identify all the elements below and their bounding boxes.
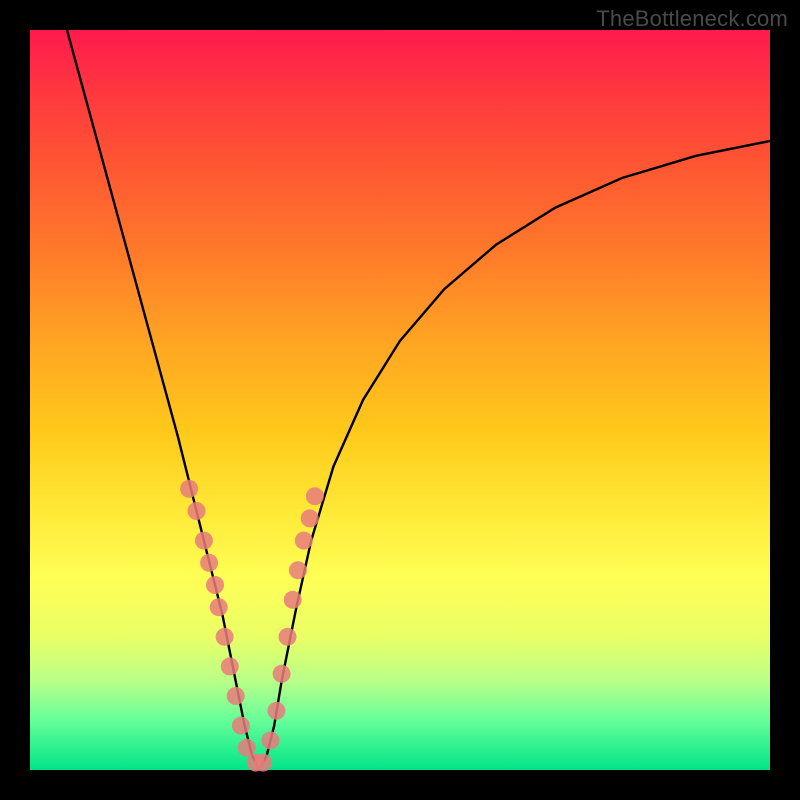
highlight-dot	[188, 502, 206, 520]
watermark-text: TheBottleneck.com	[596, 6, 788, 32]
highlight-dot	[216, 628, 234, 646]
highlight-dot	[232, 717, 250, 735]
highlight-dots	[180, 480, 324, 772]
bottleneck-curve	[67, 30, 770, 770]
highlight-dot	[210, 598, 228, 616]
chart-svg	[30, 30, 770, 770]
highlight-dot	[289, 561, 307, 579]
highlight-dot	[195, 532, 213, 550]
highlight-dot	[262, 731, 280, 749]
highlight-dot	[180, 480, 198, 498]
highlight-dot	[254, 754, 272, 772]
highlight-dot	[200, 554, 218, 572]
highlight-dot	[206, 576, 224, 594]
highlight-dot	[306, 487, 324, 505]
highlight-dot	[284, 591, 302, 609]
highlight-dot	[267, 702, 285, 720]
highlight-dot	[301, 509, 319, 527]
highlight-dot	[221, 657, 239, 675]
highlight-dot	[279, 628, 297, 646]
highlight-dot	[295, 532, 313, 550]
highlight-dot	[273, 665, 291, 683]
plot-area	[30, 30, 770, 770]
highlight-dot	[227, 687, 245, 705]
